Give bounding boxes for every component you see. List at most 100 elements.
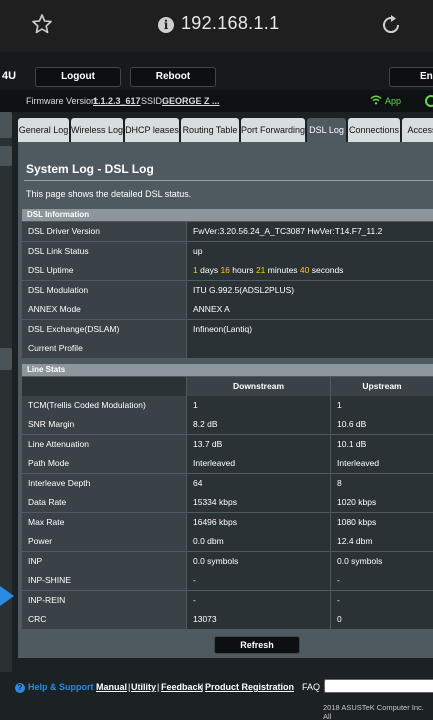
reload-icon[interactable] — [378, 12, 404, 38]
status-circle-icon[interactable] — [425, 95, 433, 107]
table-row: ANNEX Mode ANNEX A — [22, 300, 433, 319]
tab-dhcp-leases[interactable]: DHCP leases — [125, 118, 179, 142]
sidebar-item[interactable] — [0, 348, 12, 370]
table-row: DSL Link Status up — [22, 242, 433, 261]
row-label: DSL Modulation — [22, 281, 186, 300]
table-row: INP-SHINE - - — [22, 571, 433, 590]
row-label: Current Profile — [22, 339, 186, 358]
table-row: DSL Modulation ITU G.992.5(ADSL2PLUS) — [22, 281, 433, 300]
downstream-value: 0.0 symbols — [187, 552, 330, 571]
uptime-seconds: 40 — [299, 265, 310, 275]
table-row: TCM(Trellis Coded Modulation) 1 1 — [22, 396, 433, 415]
router-logo: 4U — [2, 70, 17, 82]
uptime-minutes: 21 — [255, 265, 266, 275]
downstream-value: 16496 kbps — [187, 513, 330, 532]
uptime-minutes-unit: minutes — [267, 265, 298, 275]
sidebar-item[interactable] — [0, 112, 12, 138]
help-icon: ? — [15, 683, 25, 693]
table-row: INP-REIN - - — [22, 591, 433, 610]
help-support-link[interactable]: Help & Support — [28, 682, 94, 692]
title-divider — [24, 180, 433, 181]
wifi-icon — [370, 95, 382, 105]
bookmark-star-icon[interactable] — [30, 12, 54, 36]
upstream-value: 1020 kbps — [331, 493, 433, 512]
row-label: CRC — [22, 610, 186, 629]
sidebar-item[interactable] — [0, 146, 12, 166]
language-select[interactable]: Engl — [389, 67, 433, 87]
row-label: Line Attenuation — [22, 435, 186, 454]
tab-connections[interactable]: Connections — [348, 118, 400, 142]
upstream-value: 8 — [331, 474, 433, 493]
table-row: INP 0.0 symbols 0.0 symbols — [22, 552, 433, 571]
feedback-link[interactable]: Feedback — [161, 682, 203, 692]
footer-separator: | — [201, 682, 204, 692]
row-label: DSL Driver Version — [22, 222, 186, 241]
main-panel: System Log - DSL Log This page shows the… — [18, 142, 433, 658]
ssid-link[interactable]: GEORGE Z ... — [162, 96, 220, 106]
row-value: up — [187, 242, 433, 261]
table-row: Max Rate 16496 kbps 1080 kbps — [22, 513, 433, 532]
row-label: DSL Uptime — [22, 261, 186, 280]
sidebar-active-arrow-icon — [0, 586, 14, 606]
upstream-value: 1080 kbps — [331, 513, 433, 532]
downstream-value: 64 — [187, 474, 330, 493]
footer-separator: | — [128, 682, 131, 692]
row-label: DSL Link Status — [22, 242, 186, 261]
tab-port-forwarding[interactable]: Port Forwarding — [241, 118, 305, 142]
uptime-value: 1 days 16 hours 21 minutes 40 seconds — [187, 261, 433, 280]
upstream-value: - — [331, 591, 433, 610]
downstream-value: 13.7 dB — [187, 435, 330, 454]
firmware-label: Firmware Version: — [26, 96, 99, 106]
row-label: TCM(Trellis Coded Modulation) — [22, 396, 186, 415]
row-label: DSL Exchange(DSLAM) — [22, 320, 186, 339]
product-registration-link[interactable]: Product Registration — [205, 682, 294, 692]
upstream-value: 10.6 dB — [331, 415, 433, 434]
manual-link[interactable]: Manual — [96, 682, 127, 692]
row-label: INP-REIN — [22, 591, 186, 610]
logout-button[interactable]: Logout — [35, 67, 121, 87]
upstream-value: - — [331, 571, 433, 590]
downstream-value: 0.0 dbm — [187, 532, 330, 551]
row-value: ANNEX A — [187, 300, 433, 319]
tab-access[interactable]: Access — [402, 118, 433, 142]
tab-dsl-log[interactable]: DSL Log — [307, 118, 346, 142]
table-row: CRC 13073 0 — [22, 610, 433, 629]
upstream-value: 0 — [331, 610, 433, 629]
downstream-value: - — [187, 591, 330, 610]
tab-general-log[interactable]: General Log — [18, 118, 69, 142]
tab-routing-table[interactable]: Routing Table — [181, 118, 239, 142]
downstream-value: 1 — [187, 396, 330, 415]
refresh-button[interactable]: Refresh — [214, 636, 300, 654]
reboot-button[interactable]: Reboot — [130, 67, 216, 87]
line-stats-heading: Line Stats — [22, 364, 433, 376]
row-label: Interleave Depth — [22, 474, 186, 493]
downstream-value: 15334 kbps — [187, 493, 330, 512]
app-link[interactable]: App — [385, 96, 401, 106]
ssid-label: SSID: — [141, 96, 165, 106]
table-row: Path Mode Interleaved Interleaved — [22, 454, 433, 473]
utility-link[interactable]: Utility — [131, 682, 156, 692]
footer: ? Help & Support Manual | Utility | Feed… — [0, 672, 433, 720]
uptime-hours: 16 — [220, 265, 230, 275]
downstream-value: Interleaved — [187, 454, 330, 473]
faq-search-input[interactable] — [324, 679, 433, 693]
url-text[interactable]: 192.168.1.1 — [181, 13, 279, 34]
dsl-information-heading: DSL Information — [22, 209, 433, 221]
row-value: ITU G.992.5(ADSL2PLUS) — [187, 281, 433, 300]
upstream-value: Interleaved — [331, 454, 433, 473]
site-info-icon[interactable]: i — [158, 17, 174, 33]
tab-wireless-log[interactable]: Wireless Log — [71, 118, 123, 142]
table-header-row: Downstream Upstream — [22, 377, 433, 396]
page-description: This page shows the detailed DSL status. — [26, 189, 192, 199]
table-row: Current Profile — [22, 339, 433, 358]
col-downstream: Downstream — [187, 377, 330, 396]
downstream-value: 13073 — [187, 610, 330, 629]
row-value: Infineon(Lantiq) — [187, 320, 433, 339]
row-label: Data Rate — [22, 493, 186, 512]
table-row: DSL Exchange(DSLAM) Infineon(Lantiq) — [22, 320, 433, 339]
table-row: Power 0.0 dbm 12.4 dbm — [22, 532, 433, 551]
firmware-version-link[interactable]: 1.1.2.3_617 — [93, 96, 141, 106]
row-label: Max Rate — [22, 513, 186, 532]
faq-label: FAQ — [302, 682, 321, 692]
downstream-value: 8.2 dB — [187, 415, 330, 434]
